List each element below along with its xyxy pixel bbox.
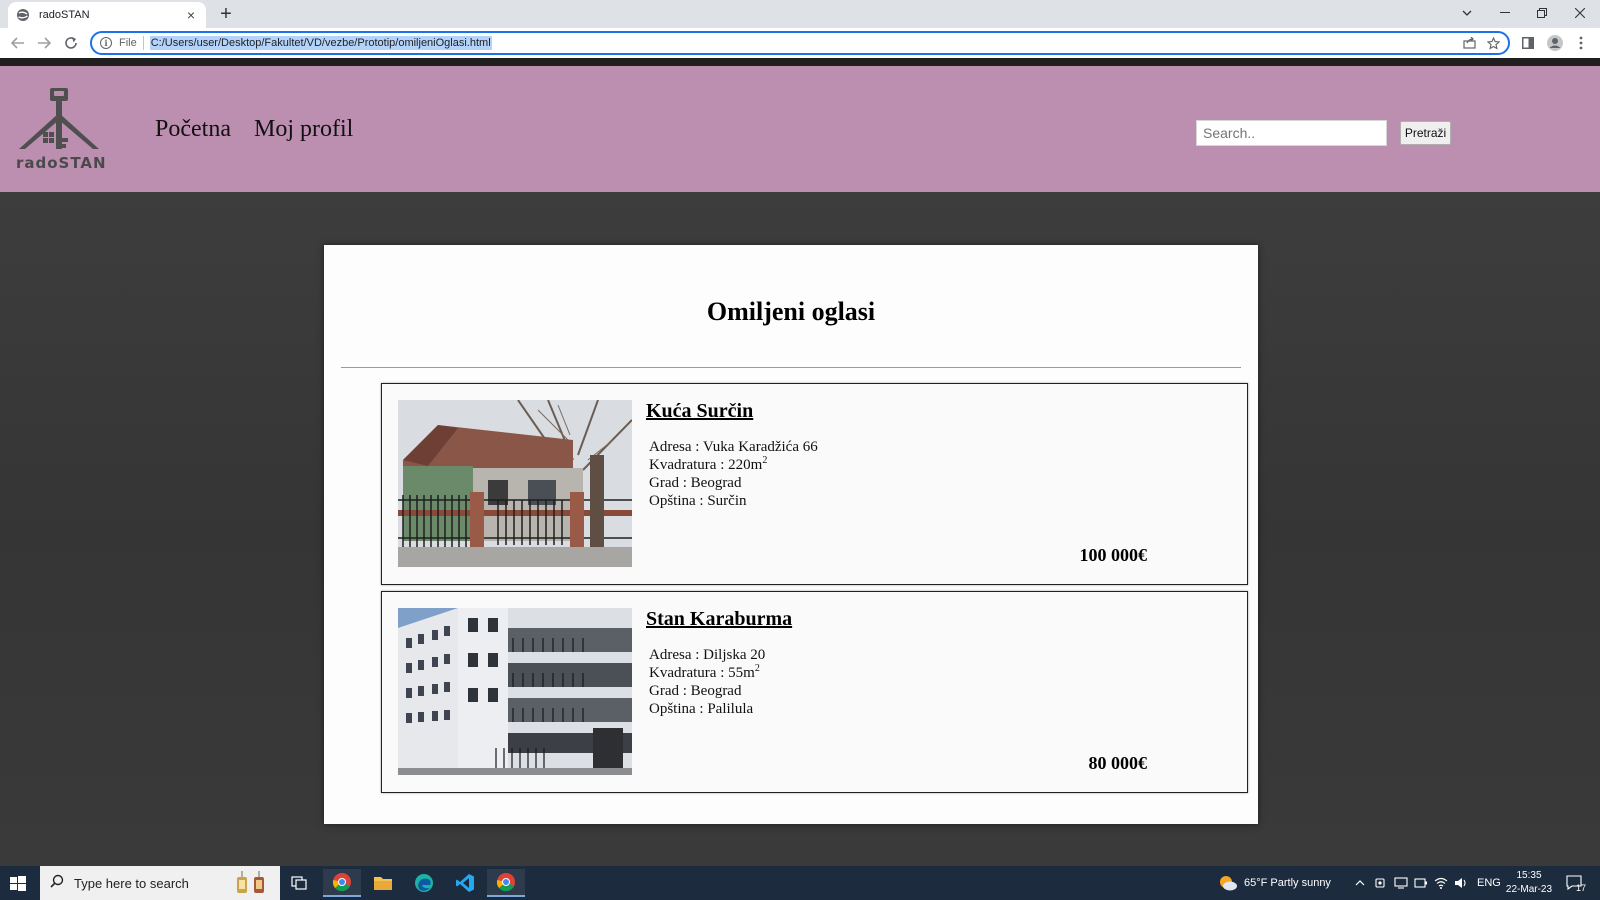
chrome-app-icon[interactable]	[487, 869, 525, 897]
wifi-icon[interactable]	[1434, 866, 1448, 900]
browser-menu-icon[interactable]	[1571, 33, 1591, 53]
weather-text: 65°F Partly sunny	[1244, 877, 1331, 889]
info-icon[interactable]: i	[100, 37, 112, 49]
input-language[interactable]: ENG	[1477, 866, 1501, 900]
reload-icon[interactable]	[61, 33, 81, 53]
notification-center-icon[interactable]: 17	[1566, 866, 1586, 900]
taskbar-search-box[interactable]: Type here to search	[40, 866, 280, 900]
listing-price: 100 000€	[1079, 545, 1148, 565]
lanterns-icon	[234, 871, 270, 895]
meet-now-icon[interactable]	[1375, 866, 1387, 900]
globe-icon	[16, 8, 30, 22]
listing-area-value: Kvadratura : 220m	[649, 457, 763, 473]
display-icon[interactable]	[1394, 866, 1408, 900]
listing-area-value: Kvadratura : 55m	[649, 665, 755, 681]
share-icon[interactable]	[1460, 33, 1478, 53]
address-bar[interactable]: i File C:/Users/user/Desktop/Fakultet/VD…	[90, 31, 1510, 55]
minimize-window-button[interactable]	[1490, 2, 1520, 24]
search-icon	[50, 874, 64, 893]
nav-link-pocetna[interactable]: Početna	[155, 116, 231, 143]
back-arrow-icon[interactable]	[8, 33, 28, 53]
profile-avatar-icon[interactable]	[1545, 33, 1565, 53]
listing-municipality: Opština : Surčin	[649, 493, 747, 509]
search-button[interactable]: Pretraži	[1400, 121, 1451, 145]
side-panel-icon[interactable]	[1518, 33, 1538, 53]
listing-area: Kvadratura : 220m2	[649, 456, 818, 474]
title-divider	[341, 367, 1241, 368]
url-text[interactable]: C:/Users/user/Desktop/Fakultet/VD/vezbe/…	[149, 36, 492, 50]
listing-city: Grad : Beograd	[649, 683, 742, 699]
tab-close-button[interactable]: ×	[184, 8, 198, 22]
page-top-strip	[0, 58, 1600, 66]
clock-time: 15:35	[1516, 870, 1542, 881]
new-tab-button[interactable]: +	[216, 3, 236, 25]
vscode-icon[interactable]	[446, 869, 484, 897]
tab-list-dropdown-icon[interactable]	[1452, 2, 1482, 24]
area-unit-superscript: 2	[762, 455, 768, 466]
chrome-app-icon[interactable]	[323, 869, 361, 897]
file-explorer-icon[interactable]	[364, 869, 402, 897]
listing-price: 80 000€	[1088, 753, 1148, 773]
weather-widget[interactable]: 65°F Partly sunny	[1218, 866, 1331, 900]
house-photo[interactable]	[398, 400, 632, 567]
page-title: Omiljeni oglasi	[706, 297, 876, 326]
listing-title-link[interactable]: Stan Karaburma	[646, 608, 792, 631]
listing-city: Grad : Beograd	[649, 475, 742, 491]
browser-tab[interactable]: radoSTAN ×	[8, 2, 206, 28]
site-header: radoSTAN Početna Moj profil Pretraži	[0, 66, 1600, 192]
volume-icon[interactable]	[1454, 866, 1468, 900]
listing-details: Adresa : Vuka Karadžića 66 Kvadratura : …	[649, 438, 818, 510]
taskbar-search-placeholder: Type here to search	[74, 875, 189, 891]
tab-title: radoSTAN	[39, 9, 90, 21]
forward-arrow-icon[interactable]	[34, 33, 54, 53]
search-input[interactable]	[1196, 120, 1387, 146]
edge-browser-icon[interactable]	[405, 869, 443, 897]
taskbar-clock[interactable]: 15:35 22-Mar-23	[1500, 869, 1558, 897]
browser-tab-bar: radoSTAN × +	[0, 0, 1600, 28]
listing-details: Adresa : Diljska 20 Kvadratura : 55m2 Gr…	[649, 646, 765, 718]
listing-card[interactable]: Kuća Surčin Adresa : Vuka Karadžića 66 K…	[381, 383, 1248, 585]
favorites-panel: Omiljeni oglasi Kuća Surčin Adresa: Vuk…	[324, 245, 1258, 824]
listing-area: Kvadratura : 55m2	[649, 664, 765, 682]
nav-link-moj-profil[interactable]: Moj profil	[254, 116, 353, 143]
task-view-icon[interactable]	[280, 869, 318, 897]
logo-text[interactable]: radoSTAN	[16, 154, 107, 172]
listing-address: Adresa : Vuka Karadžića 66	[649, 439, 818, 455]
url-scheme-label: File	[119, 36, 144, 50]
browser-toolbar: i File C:/Users/user/Desktop/Fakultet/VD…	[0, 28, 1600, 58]
battery-icon[interactable]	[1414, 866, 1428, 900]
apartment-building-photo[interactable]	[398, 608, 632, 775]
listing-municipality: Opština : Palilula	[649, 701, 754, 717]
windows-taskbar: Type here to search 65°F Partly sunny EN…	[0, 866, 1600, 900]
listing-title-link[interactable]: Kuća Surčin	[646, 400, 753, 423]
close-window-button[interactable]	[1565, 2, 1595, 24]
restore-window-button[interactable]	[1527, 2, 1557, 24]
clock-date: 22-Mar-23	[1505, 884, 1553, 895]
listing-card[interactable]: Stan Karaburma Adresa : Diljska 20 Kvadr…	[381, 591, 1248, 793]
listing-address: Adresa : Diljska 20	[649, 647, 766, 663]
partly-sunny-icon	[1218, 874, 1238, 892]
bookmark-star-icon[interactable]	[1484, 33, 1502, 53]
notification-count-badge: 17	[1576, 883, 1587, 893]
area-unit-superscript: 2	[754, 663, 760, 674]
windows-start-icon[interactable]	[8, 874, 28, 894]
show-hidden-icons-chevron-icon[interactable]	[1355, 866, 1365, 900]
